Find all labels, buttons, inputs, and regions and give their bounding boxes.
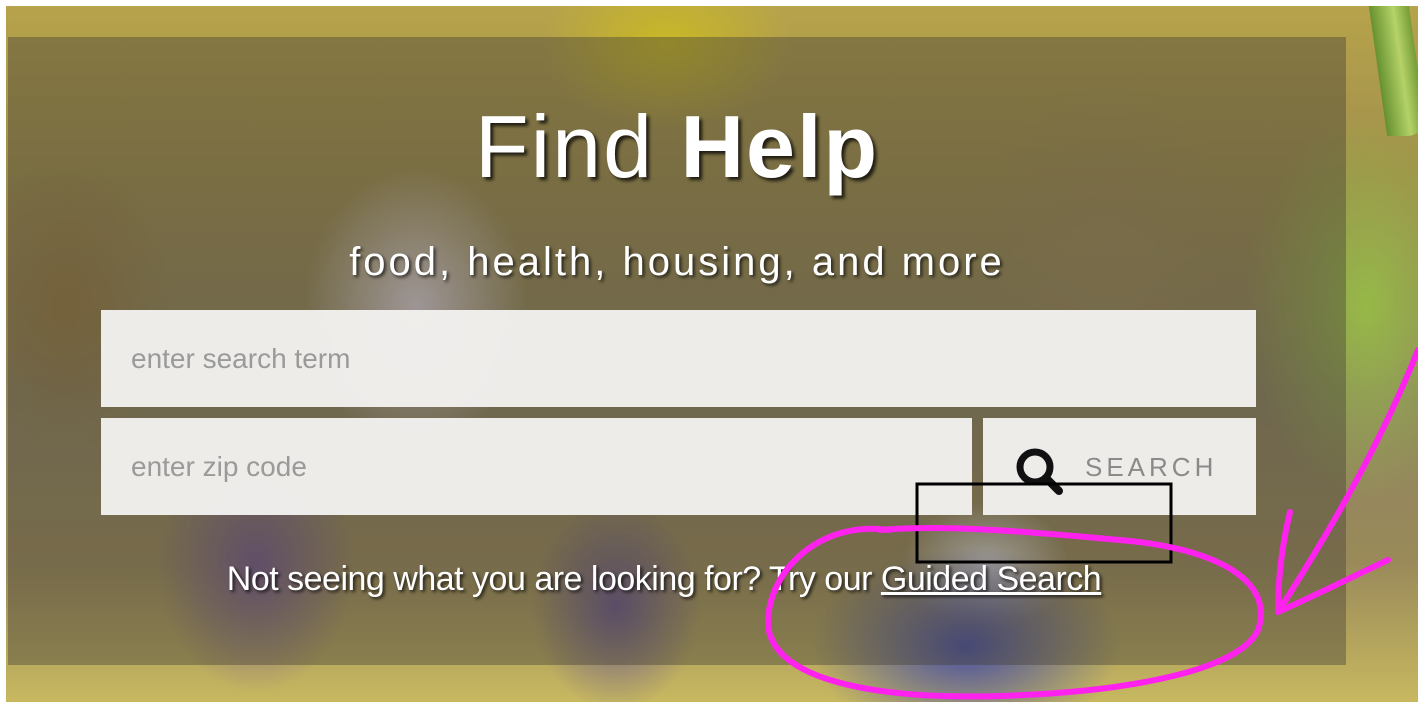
page-subtitle: food, health, housing, and more (349, 240, 1005, 284)
search-button[interactable]: SEARCH (983, 418, 1256, 515)
zip-code-input[interactable] (101, 418, 972, 515)
guided-search-link[interactable]: Guided Search (881, 560, 1102, 598)
search-term-input[interactable] (101, 310, 1256, 407)
find-help-hero: Find Help food, health, housing, and mor… (0, 0, 1418, 702)
magnifying-glass-icon (1016, 448, 1063, 495)
title-bold: Help (680, 97, 880, 196)
search-button-label: SEARCH (1085, 452, 1218, 482)
guided-search-prompt: Not seeing what you are looking for? Try… (0, 560, 1328, 599)
guided-search-text: Not seeing what you are looking for? Try… (226, 560, 881, 598)
page-title: Find Help (0, 96, 1354, 198)
title-regular: Find (474, 97, 655, 196)
